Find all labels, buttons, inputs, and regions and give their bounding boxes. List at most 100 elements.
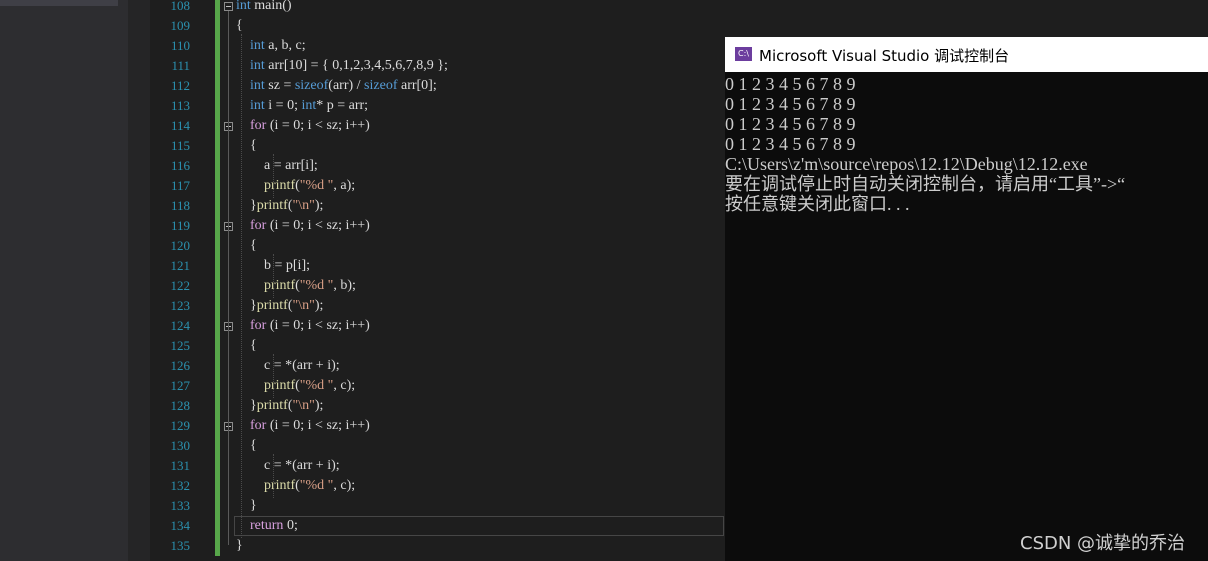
indent-guide (273, 254, 274, 298)
console-output-line: 0 1 2 3 4 5 6 7 8 9 (725, 114, 856, 134)
code-line[interactable]: int a, b, c; (236, 36, 306, 56)
code-line[interactable]: c = *(arr + i); (236, 456, 340, 476)
line-number: 116 (170, 158, 190, 173)
code-token: for (250, 318, 267, 333)
code-line[interactable]: }printf("\n"); (236, 296, 323, 316)
code-line[interactable]: c = *(arr + i); (236, 356, 340, 376)
code-token: main() (250, 0, 292, 13)
line-number: 110 (170, 38, 190, 53)
code-line[interactable]: printf("%d ", a); (236, 176, 355, 196)
watermark: CSDN @诚挚的乔治 (1020, 533, 1186, 554)
code-token: int (250, 78, 265, 93)
code-token: printf (264, 378, 296, 393)
code-token: c = *(arr + i); (236, 458, 340, 473)
code-line[interactable]: } (236, 496, 257, 516)
line-number: 121 (170, 258, 191, 273)
code-line[interactable]: int i = 0; int* p = arr; (236, 96, 368, 116)
code-line[interactable]: int arr[10] = { 0,1,2,3,4,5,6,7,8,9 }; (236, 56, 448, 76)
code-line[interactable]: printf("%d ", c); (236, 376, 355, 396)
collapse-region-icon[interactable] (224, 2, 233, 11)
code-line[interactable]: for (i = 0; i < sz; i++) (236, 316, 370, 336)
code-token: } (236, 398, 257, 413)
code-token: int (236, 0, 251, 13)
code-token: } (236, 198, 257, 213)
code-line[interactable]: printf("%d ", c); (236, 476, 355, 496)
code-token: , c); (333, 378, 356, 393)
line-number: 118 (170, 198, 190, 213)
code-line[interactable]: } (236, 536, 243, 556)
code-line[interactable]: { (236, 336, 257, 356)
console-output-line: 按任意键关闭此窗口. . . (725, 194, 910, 214)
code-token: sizeof (294, 78, 329, 93)
line-number: 129 (170, 418, 191, 433)
code-token: sizeof (364, 78, 398, 93)
console-output-line: C:\Users\z'm\source\repos\12.12\Debug\12… (725, 154, 1088, 174)
line-number: 123 (170, 298, 191, 313)
indent-guide (273, 454, 274, 498)
code-token: "\n" (292, 198, 315, 213)
code-token: { (236, 138, 257, 153)
code-line[interactable]: a = arr[i]; (236, 156, 318, 176)
code-line[interactable]: }printf("\n"); (236, 196, 323, 216)
code-token: { (236, 18, 243, 33)
code-token: a, b, c; (264, 38, 306, 53)
code-token: int (250, 58, 265, 73)
code-token: } (236, 498, 257, 513)
console-title: Microsoft Visual Studio 调试控制台 (759, 47, 1010, 65)
code-token: "\n" (292, 398, 315, 413)
code-token: (i = 0; i < sz; i++) (266, 118, 370, 133)
solution-explorer-panel (0, 0, 128, 561)
editor-gutter-margin (128, 0, 150, 561)
code-token: arr[10] = { 0,1,2,3,4,5,6,7,8,9 }; (264, 58, 448, 73)
line-number: 135 (170, 538, 191, 553)
line-number: 125 (170, 338, 191, 353)
panel-scroll-strip[interactable] (0, 0, 118, 6)
code-token: printf (264, 478, 296, 493)
code-line[interactable]: { (236, 436, 257, 456)
code-token: * p = arr; (316, 98, 369, 113)
code-line[interactable]: { (236, 136, 257, 156)
code-token: (i = 0; i < sz; i++) (266, 218, 370, 233)
indent-guide (273, 154, 274, 198)
code-token: int (250, 98, 265, 113)
code-line[interactable]: for (i = 0; i < sz; i++) (236, 416, 370, 436)
code-token: "%d " (299, 478, 334, 493)
code-token: for (250, 118, 267, 133)
code-token: (i = 0; i < sz; i++) (266, 418, 370, 433)
code-token: arr[0]; (397, 78, 437, 93)
code-token: "%d " (299, 178, 334, 193)
line-number: 133 (170, 498, 191, 513)
line-number: 119 (170, 218, 190, 233)
code-line[interactable]: for (i = 0; i < sz; i++) (236, 216, 370, 236)
code-token: 0; (283, 518, 298, 533)
line-number: 112 (170, 78, 190, 93)
code-editor[interactable]: 108 109 110 111 112 113 114 115 116 117 118 119 120 1… (150, 0, 725, 561)
console-titlebar[interactable]: C:\ Microsoft Visual Studio 调试控制台 (725, 37, 1208, 72)
line-number: 130 (170, 438, 191, 453)
code-token: return (250, 518, 284, 533)
code-token: , a); (333, 178, 356, 193)
code-line[interactable]: { (236, 16, 243, 36)
code-token: int (301, 98, 317, 113)
line-number: 108 (170, 0, 191, 13)
code-line[interactable]: int main() (236, 0, 292, 16)
code-line[interactable]: for (i = 0; i < sz; i++) (236, 116, 370, 136)
code-line[interactable]: }printf("\n"); (236, 396, 323, 416)
line-number: 127 (170, 378, 191, 393)
code-token: , b); (333, 278, 356, 293)
code-line[interactable]: { (236, 236, 257, 256)
code-token: , c); (333, 478, 356, 493)
code-token: "\n" (292, 298, 315, 313)
debug-console-window[interactable]: C:\ Microsoft Visual Studio 调试控制台 0 1 2 … (725, 37, 1208, 561)
code-line[interactable]: int sz = sizeof(arr) / sizeof arr[0]; (236, 76, 437, 96)
code-line[interactable]: printf("%d ", b); (236, 276, 356, 296)
code-line[interactable]: return 0; (236, 516, 298, 536)
